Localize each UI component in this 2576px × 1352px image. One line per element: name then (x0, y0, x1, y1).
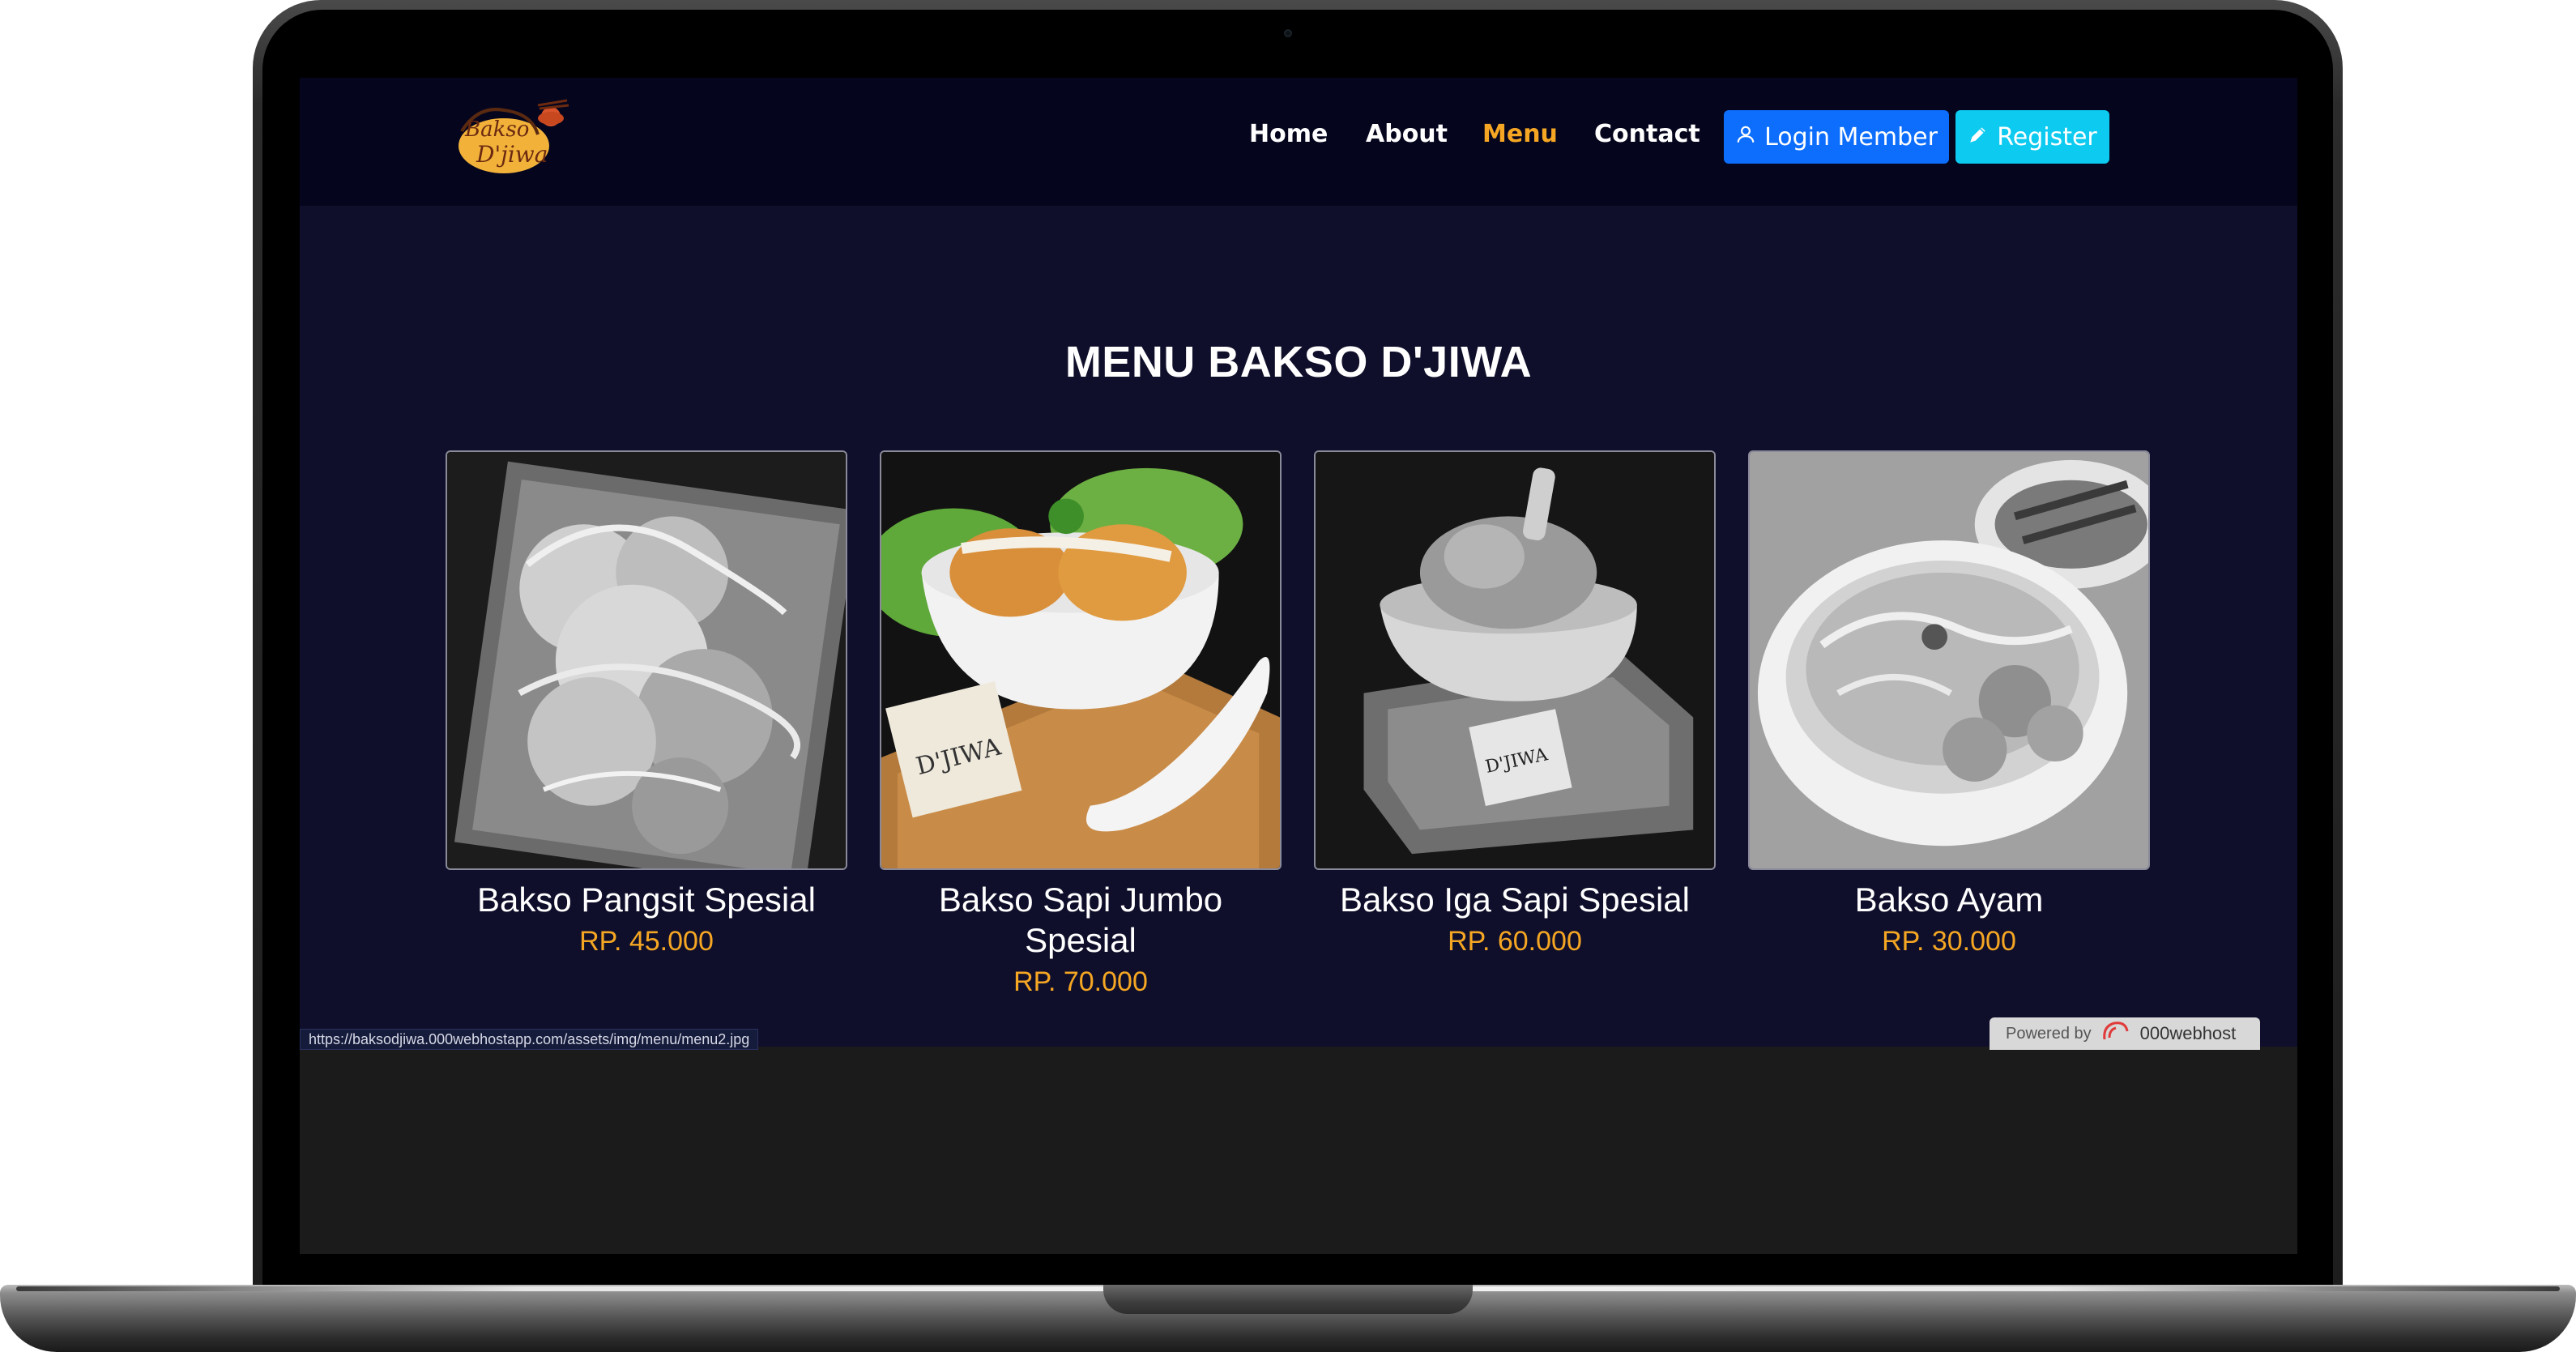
000webhost-logo-icon (2101, 1020, 2130, 1047)
menu-item-name: Bakso Ayam (1854, 881, 2044, 919)
login-member-label: Login Member (1764, 122, 1938, 151)
site-logo[interactable]: Bakso D'jiwa (454, 99, 572, 177)
nav-home[interactable]: Home (1249, 120, 1328, 148)
menu-photo-bakso-pangsit[interactable] (446, 450, 847, 870)
powered-by-badge[interactable]: Powered by 000webhost (1990, 1017, 2260, 1050)
menu-item-price: RP. 30.000 (1882, 926, 2016, 957)
status-bar-url: https://baksodjiwa.000webhostapp.com/ass… (300, 1029, 759, 1050)
nav-contact[interactable]: Contact (1594, 120, 1700, 148)
website: Bakso D'jiwa Home About Menu Contact Log… (300, 78, 2297, 1050)
menu-photo-bakso-iga-sapi[interactable]: D'JIWA (1314, 450, 1716, 870)
login-member-button[interactable]: Login Member (1724, 110, 1949, 164)
user-icon (1735, 123, 1756, 151)
laptop-screen: Bakso D'jiwa Home About Menu Contact Log… (300, 78, 2297, 1254)
menu-card: D'JIWA Bakso Sapi Jumbo Spesial RP. 70.0… (880, 450, 1282, 998)
nav-menu[interactable]: Menu (1482, 120, 1558, 148)
register-button[interactable]: Register (1955, 110, 2109, 164)
powered-by-brand: 000webhost (2139, 1023, 2237, 1043)
nav-about[interactable]: About (1366, 120, 1448, 148)
powered-by-label: Powered by (2006, 1024, 2092, 1043)
register-label: Register (1997, 122, 2097, 151)
menu-card: D'JIWA Bakso Iga Sapi Spesial RP. 60.000 (1314, 450, 1716, 957)
menu-item-price: RP. 45.000 (579, 926, 714, 957)
menu-photo-bakso-sapi-jumbo[interactable]: D'JIWA (880, 450, 1282, 870)
laptop-hinge-notch (1103, 1285, 1473, 1314)
pencil-icon (1968, 123, 1989, 151)
menu-item-price: RP. 70.000 (1013, 966, 1148, 997)
menu-card: Bakso Ayam RP. 30.000 (1748, 450, 2150, 957)
webcam (1284, 29, 1292, 37)
menu-item-name: Bakso Iga Sapi Spesial (1340, 881, 1690, 919)
menu-item-name: Bakso Sapi Jumbo Spesial (938, 881, 1223, 959)
menu-card: Bakso Pangsit Spesial RP. 45.000 (446, 450, 847, 957)
menu-item-name: Bakso Pangsit Spesial (477, 881, 816, 919)
menu-item-price: RP. 60.000 (1448, 926, 1582, 957)
menu-photo-bakso-ayam[interactable] (1748, 450, 2150, 870)
navbar: Bakso D'jiwa Home About Menu Contact Log… (300, 78, 2297, 206)
page-title: MENU BAKSO D'JIWA (1064, 338, 1533, 386)
svg-text:D'jiwa: D'jiwa (476, 141, 548, 168)
svg-text:Bakso: Bakso (464, 117, 529, 142)
